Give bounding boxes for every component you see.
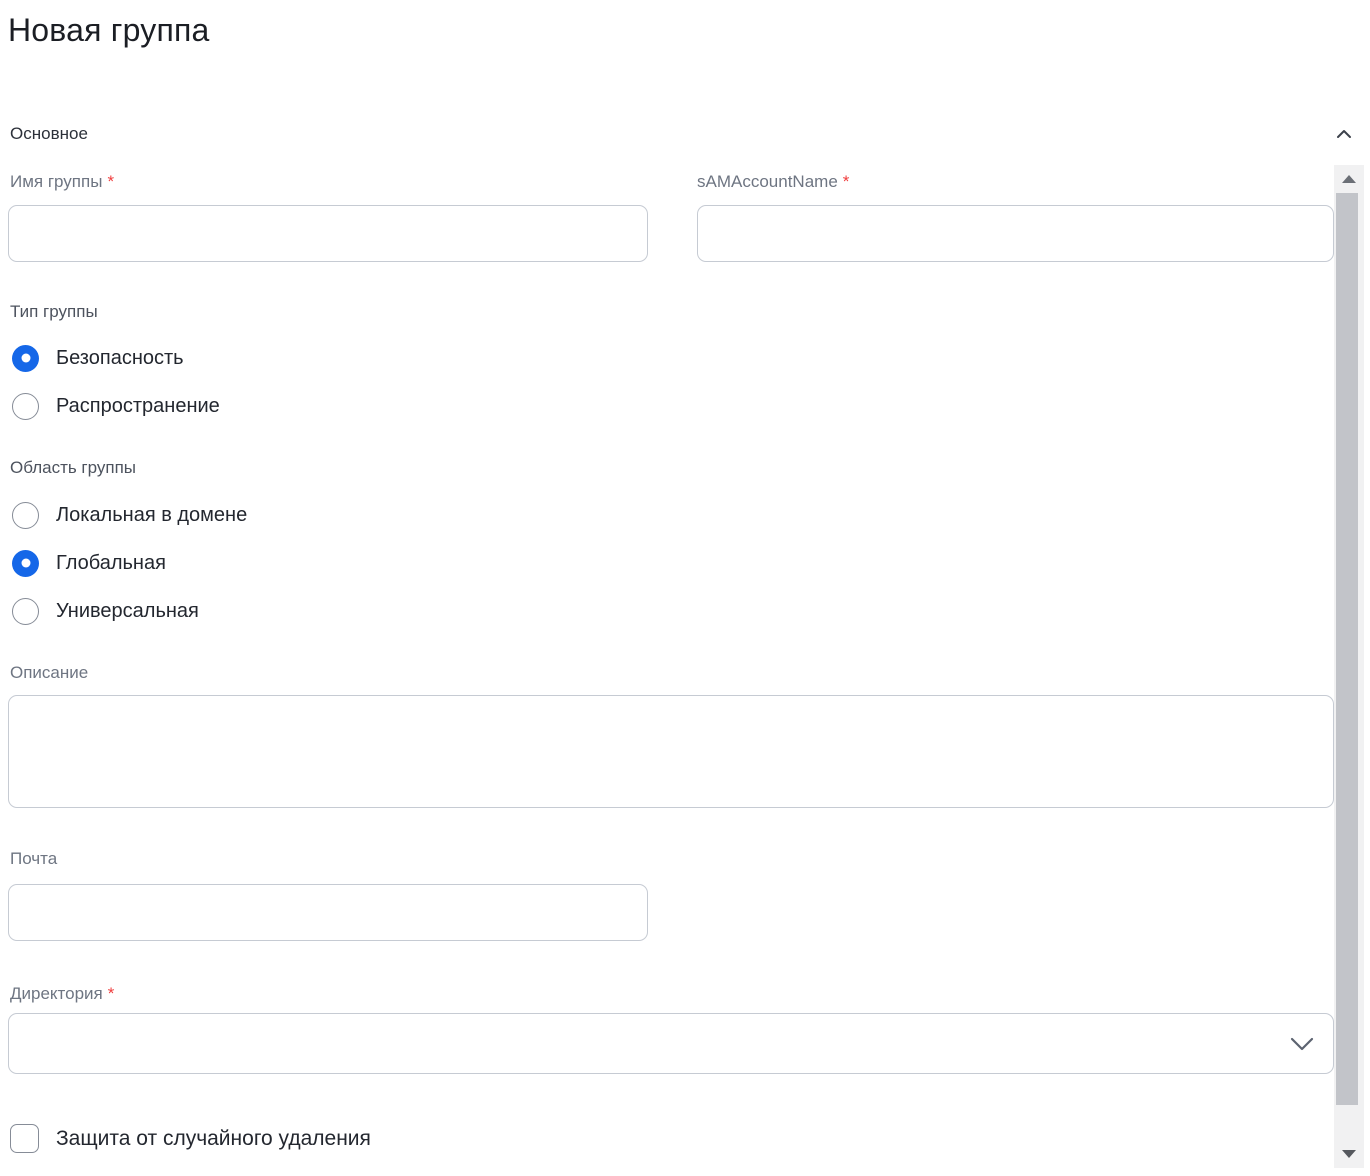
- directory-label: Директория*: [10, 983, 114, 1005]
- radio-option-security[interactable]: Безопасность: [12, 344, 220, 372]
- directory-select[interactable]: [8, 1013, 1334, 1074]
- radio-option-global[interactable]: Глобальная: [12, 549, 247, 577]
- group-name-label: Имя группы*: [10, 171, 114, 193]
- required-asterisk: *: [843, 172, 850, 191]
- triangle-down-icon: [1342, 1150, 1356, 1158]
- group-type-label: Тип группы: [10, 301, 98, 323]
- group-scope-label: Область группы: [10, 457, 136, 479]
- chevron-up-icon: [1333, 123, 1355, 145]
- mail-input[interactable]: [8, 884, 648, 941]
- section-collapse-button[interactable]: [1328, 118, 1360, 150]
- group-scope-radiogroup: Локальная в домене Глобальная Универсаль…: [12, 501, 247, 625]
- group-type-radiogroup: Безопасность Распространение: [12, 344, 220, 420]
- description-textarea[interactable]: [8, 695, 1334, 808]
- radio-unselected-icon: [12, 502, 39, 529]
- sam-account-name-label: sAMAccountName*: [697, 171, 849, 193]
- deletion-protection-option[interactable]: Защита от случайного удаления: [10, 1124, 371, 1153]
- radio-option-distribution[interactable]: Распространение: [12, 392, 220, 420]
- scroll-down-button[interactable]: [1334, 1140, 1364, 1168]
- radio-selected-icon: [12, 550, 39, 577]
- checkbox-unchecked-icon: [10, 1124, 39, 1153]
- vertical-scrollbar[interactable]: [1334, 165, 1364, 1168]
- group-name-input[interactable]: [8, 205, 648, 262]
- radio-unselected-icon: [12, 393, 39, 420]
- radio-option-universal[interactable]: Универсальная: [12, 597, 247, 625]
- scrollbar-thumb[interactable]: [1336, 193, 1358, 1105]
- page-title: Новая группа: [8, 9, 210, 51]
- section-title-main: Основное: [10, 123, 88, 145]
- radio-selected-icon: [12, 345, 39, 372]
- required-asterisk: *: [108, 984, 115, 1003]
- scroll-up-button[interactable]: [1334, 165, 1364, 193]
- description-label: Описание: [10, 662, 88, 684]
- sam-account-name-input[interactable]: [697, 205, 1334, 262]
- chevron-down-icon: [1289, 1036, 1315, 1052]
- radio-option-domain-local[interactable]: Локальная в домене: [12, 501, 247, 529]
- required-asterisk: *: [107, 172, 114, 191]
- triangle-up-icon: [1342, 175, 1356, 183]
- mail-label: Почта: [10, 848, 57, 870]
- radio-unselected-icon: [12, 598, 39, 625]
